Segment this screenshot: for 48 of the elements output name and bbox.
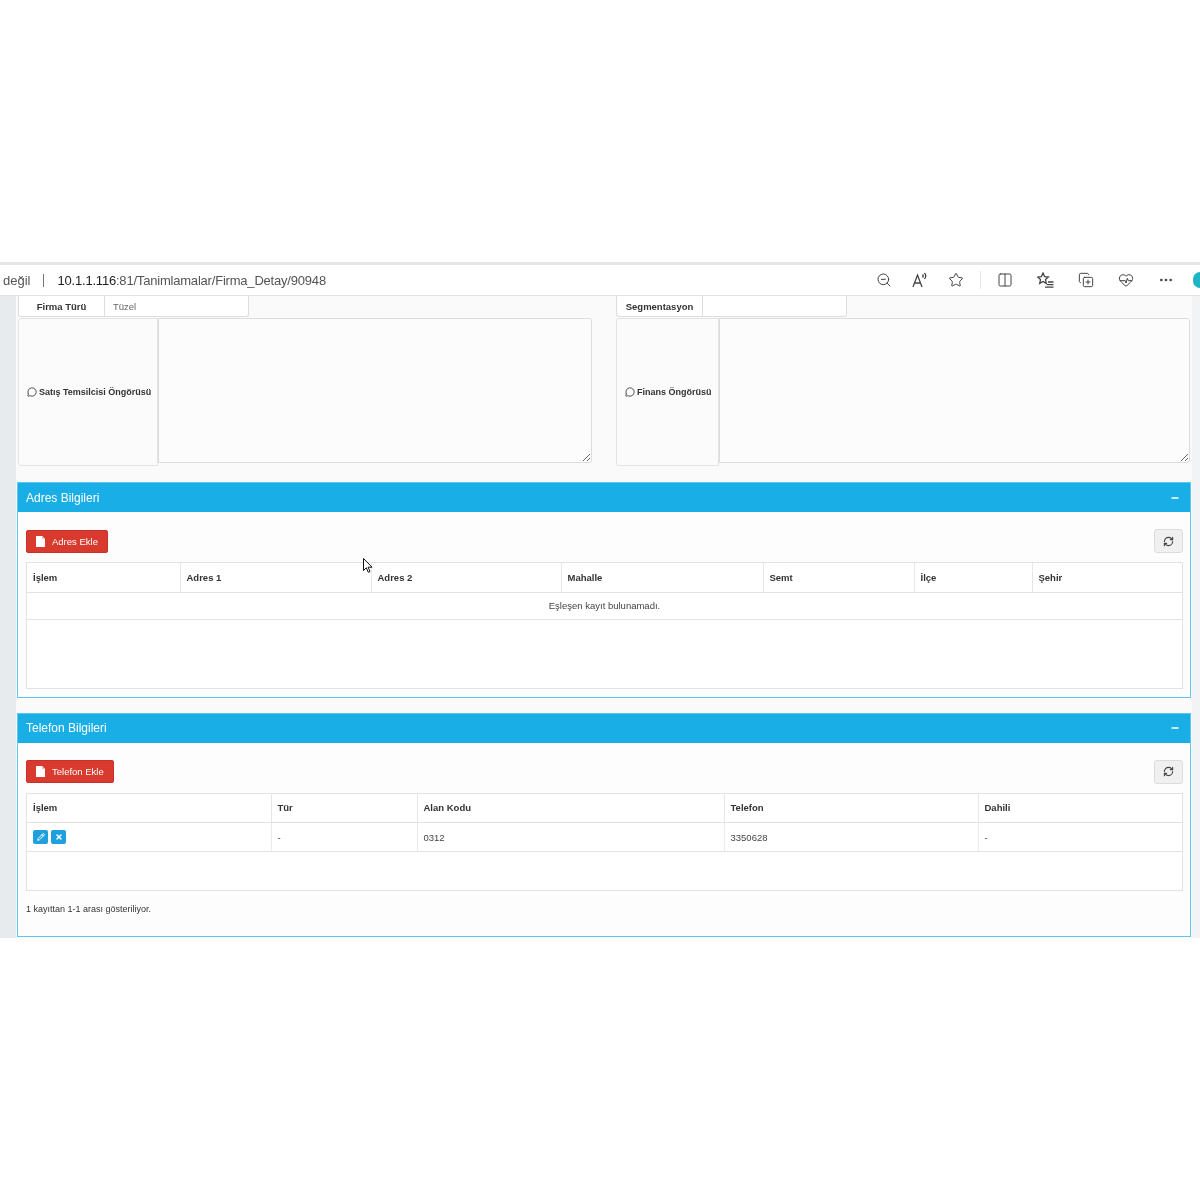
security-label[interactable]: değil	[3, 272, 31, 288]
star-list-icon[interactable]	[1037, 272, 1054, 288]
heart-pulse-icon[interactable]	[1118, 272, 1134, 288]
note-label: Finans Öngörüsü	[637, 387, 712, 397]
column-header[interactable]: İşlem	[27, 793, 271, 823]
file-icon	[36, 766, 45, 777]
refresh-button[interactable]	[1154, 759, 1183, 784]
note-label: Satış Temsilcisi Öngörüsü	[39, 387, 152, 397]
table-summary: 1 kayıttan 1-1 arası gösteriliyor.	[26, 904, 153, 916]
text-field[interactable]	[703, 296, 847, 317]
column-header[interactable]: Dahili	[978, 793, 1182, 823]
close-icon	[54, 833, 63, 841]
panel-title: Adres Bilgileri	[26, 490, 100, 505]
column-header[interactable]: Şehir	[1032, 563, 1182, 592]
field-label: Firma Türü	[18, 296, 105, 317]
column-header[interactable]: Adres 2	[371, 563, 561, 592]
pencil-icon	[36, 833, 45, 841]
zoom-out-icon[interactable]	[876, 272, 892, 288]
read-aloud-icon[interactable]	[912, 272, 928, 288]
empty-message: Eşleşen kayıt bulunamadı.	[27, 592, 1182, 619]
column-header[interactable]: Alan Kodu	[417, 793, 724, 823]
table-cell: 0312	[417, 822, 724, 852]
refresh-icon	[1163, 766, 1174, 777]
add-button[interactable]: Telefon Ekle	[26, 760, 114, 783]
column-header[interactable]: İlçe	[914, 563, 1032, 592]
panel-title: Telefon Bilgileri	[26, 721, 107, 735]
refresh-button[interactable]	[1154, 529, 1183, 553]
comment-icon	[625, 387, 635, 397]
column-header[interactable]: Telefon	[724, 793, 978, 823]
add-button[interactable]: Adres Ekle	[26, 529, 108, 553]
table-cell: -	[271, 822, 417, 852]
table-cell: 3350628	[724, 822, 978, 852]
column-header[interactable]: Mahalle	[561, 563, 763, 592]
split-screen-icon[interactable]	[997, 272, 1013, 288]
collections-icon[interactable]	[1078, 272, 1094, 288]
refresh-icon	[1163, 535, 1174, 547]
column-header[interactable]: Tür	[271, 793, 417, 823]
address-bar[interactable]: 10.1.1.116:81/Tanimlamalar/Firma_Detay/90948	[57, 272, 326, 288]
field-label: Segmentasyon	[616, 296, 703, 317]
column-header[interactable]: Semt	[763, 563, 914, 592]
file-icon	[36, 535, 45, 547]
scrollbar-track[interactable]	[1192, 296, 1200, 938]
table-cell: -	[978, 822, 1182, 852]
delete-button[interactable]	[51, 830, 66, 844]
comment-icon	[27, 387, 37, 397]
text-field[interactable]: Tüzel	[105, 296, 249, 317]
star-icon[interactable]	[948, 272, 964, 288]
column-header[interactable]: İşlem	[27, 563, 180, 592]
